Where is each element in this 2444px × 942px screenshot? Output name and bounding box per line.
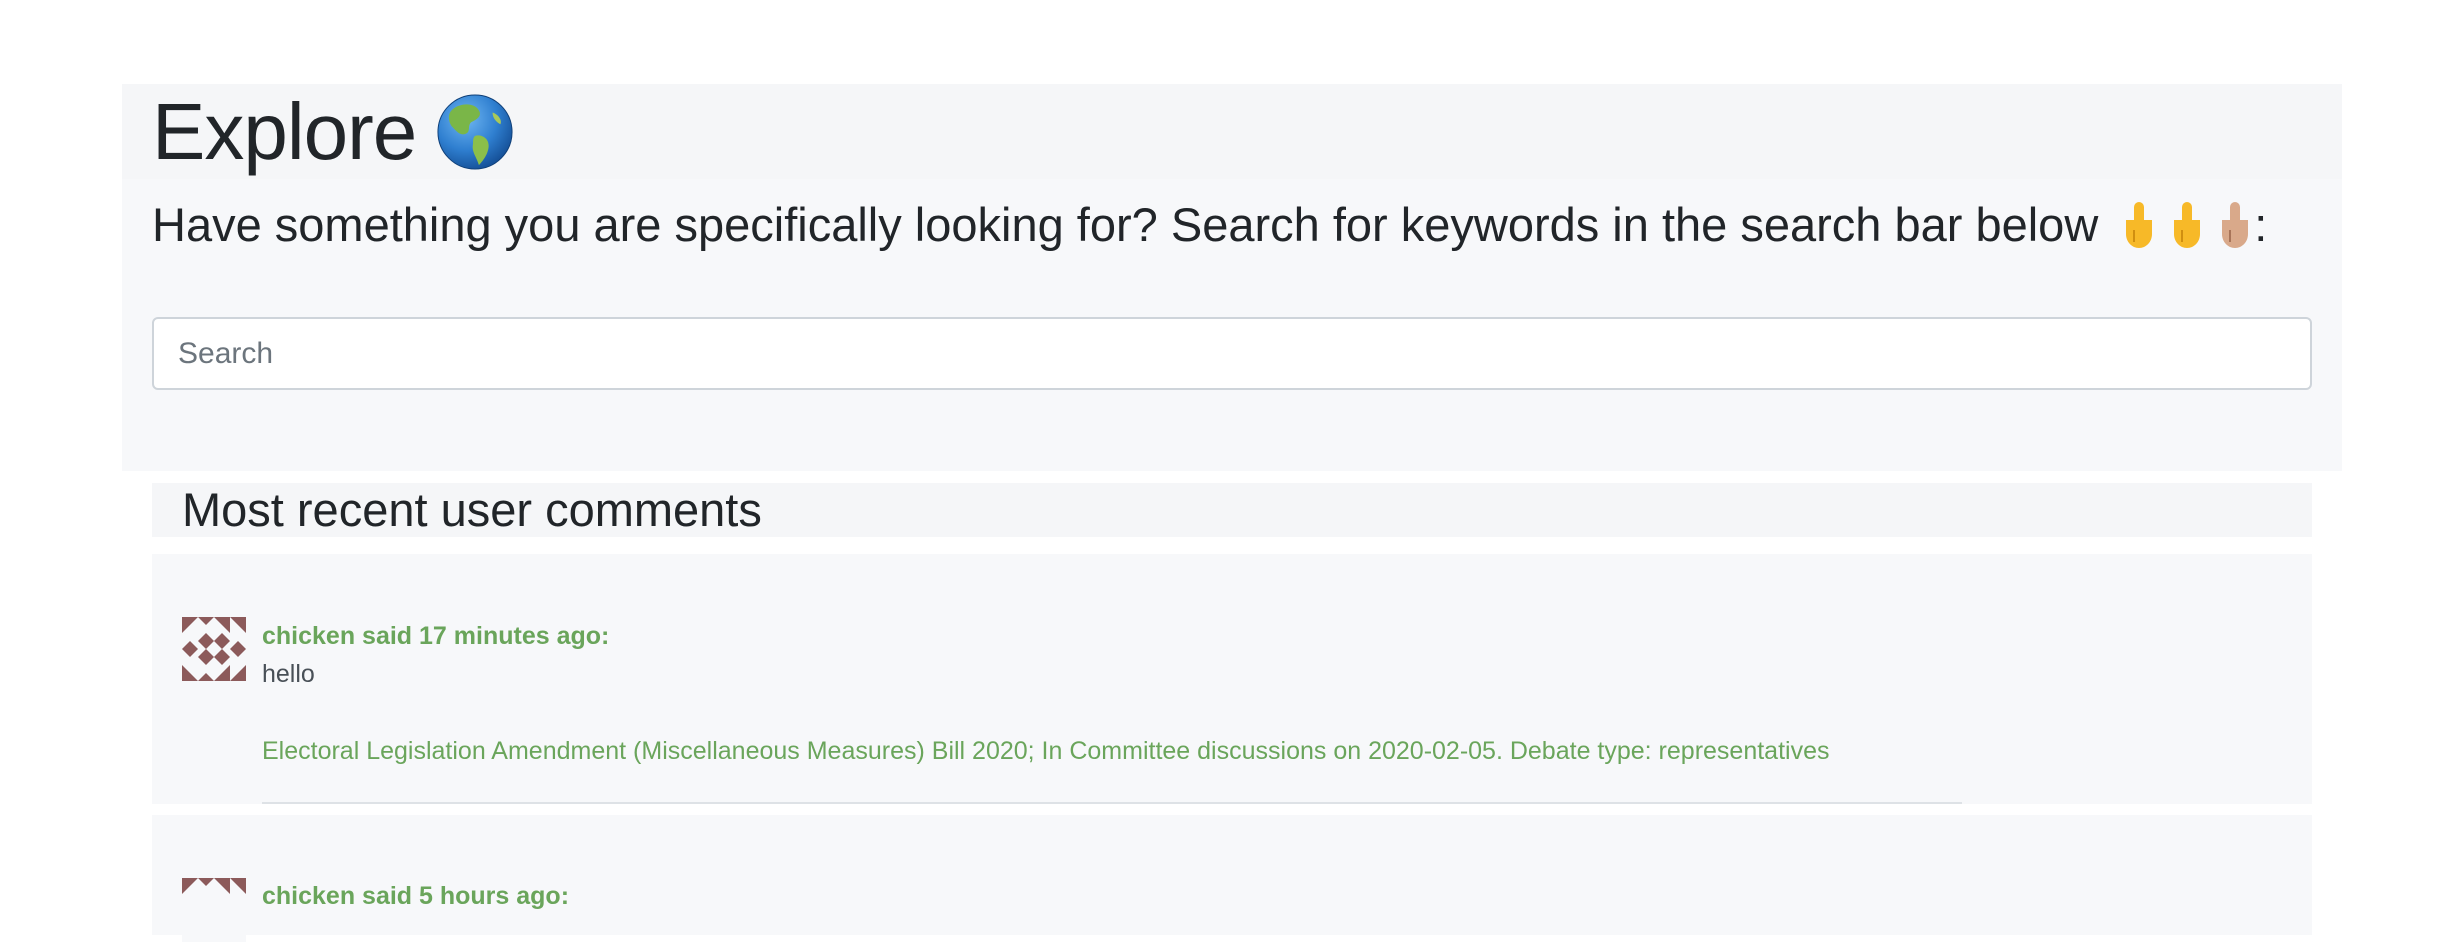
page-title-text: Explore bbox=[152, 87, 417, 176]
debate-link[interactable]: Electoral Legislation Amendment (Miscell… bbox=[262, 736, 1829, 766]
user-avatar bbox=[182, 617, 246, 681]
search-prompt-text: Have something you are specifically look… bbox=[152, 198, 2099, 251]
search-box[interactable] bbox=[152, 317, 2312, 390]
comment-author: chicken said 17 minutes ago: bbox=[262, 622, 610, 650]
user-avatar bbox=[182, 878, 246, 942]
comment-author: chicken said 5 hours ago: bbox=[262, 882, 570, 910]
comment-divider bbox=[262, 802, 1962, 804]
search-prompt-colon: : bbox=[2254, 198, 2268, 251]
pointing-down-icon bbox=[2126, 202, 2153, 248]
comment-card bbox=[152, 815, 2312, 935]
pointing-down-icon bbox=[2222, 202, 2249, 248]
recent-comments-title: Most recent user comments bbox=[182, 483, 762, 536]
pointing-down-icon bbox=[2174, 202, 2201, 248]
comment-text: hello bbox=[262, 660, 315, 688]
comment-card bbox=[152, 554, 2312, 804]
search-input[interactable] bbox=[154, 319, 2310, 388]
page-title: Explore bbox=[152, 86, 514, 178]
globe-icon bbox=[437, 94, 513, 170]
search-prompt: Have something you are specifically look… bbox=[152, 195, 2267, 255]
